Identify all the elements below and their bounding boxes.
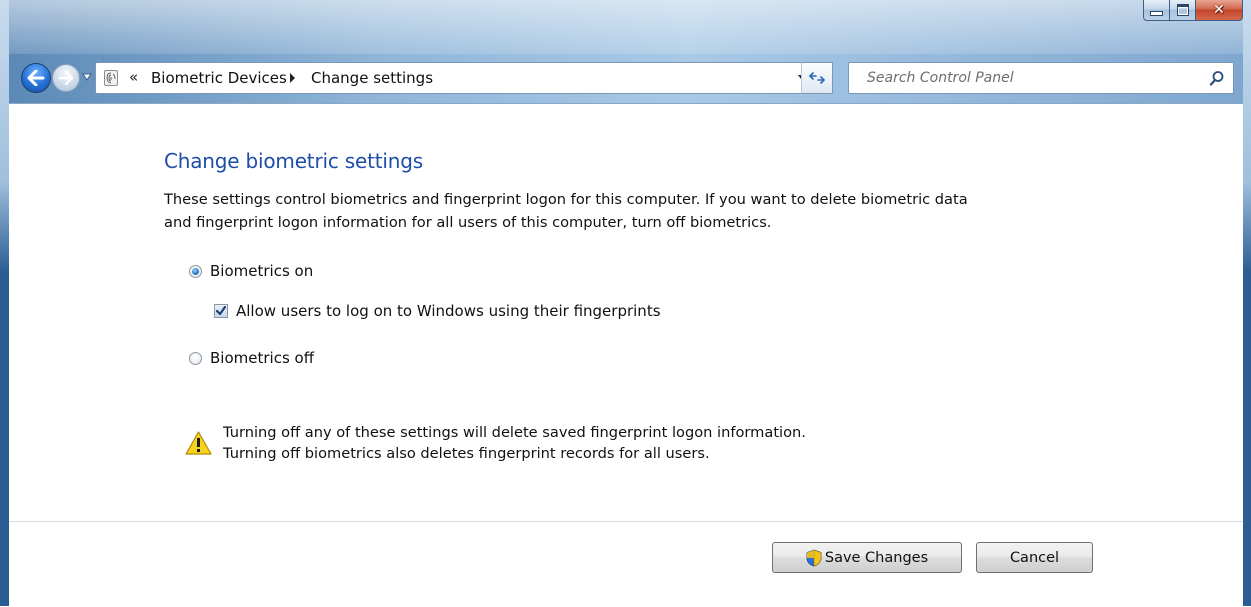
warning-line-2: Turning off biometrics also deletes fing… xyxy=(223,445,710,462)
caption-buttons: ✕ xyxy=(1143,0,1243,22)
maximize-button[interactable] xyxy=(1170,0,1196,21)
radio-biometrics-off[interactable]: Biometrics off xyxy=(189,349,314,367)
radio-biometrics-on[interactable]: Biometrics on xyxy=(189,262,313,280)
warning-message: Turning off any of these settings will d… xyxy=(185,422,806,464)
checkbox-allow-fingerprint-logon[interactable]: Allow users to log on to Windows using t… xyxy=(214,302,661,320)
close-icon: ✕ xyxy=(1213,2,1225,18)
footer-divider xyxy=(9,521,1243,522)
uac-shield-icon xyxy=(806,549,822,566)
radio-biometrics-on-label[interactable]: Biometrics on xyxy=(210,262,313,280)
forward-button[interactable] xyxy=(52,64,80,92)
breadcrumb-separator-icon[interactable] xyxy=(289,73,296,83)
page-title: Change biometric settings xyxy=(164,149,423,173)
description-line-1: These settings control biometrics and fi… xyxy=(164,191,968,208)
radio-dot xyxy=(192,267,199,275)
warning-icon xyxy=(185,431,212,455)
close-button[interactable]: ✕ xyxy=(1196,0,1243,21)
recent-pages-icon xyxy=(82,73,92,81)
radio-button-selected[interactable] xyxy=(189,264,202,278)
maximize-icon xyxy=(1176,4,1189,16)
biometric-devices-icon xyxy=(104,70,118,86)
save-changes-button[interactable]: Save Changes xyxy=(772,542,962,573)
checkbox-allow-fingerprint-logon-label[interactable]: Allow users to log on to Windows using t… xyxy=(236,302,661,320)
back-arrow-icon xyxy=(27,70,45,86)
back-button[interactable] xyxy=(21,63,51,93)
address-bar[interactable]: « Biometric Devices Change settings xyxy=(95,62,833,94)
description-line-2: and fingerprint logon information for al… xyxy=(164,214,772,231)
search-icon[interactable] xyxy=(1209,70,1225,86)
warning-line-1: Turning off any of these settings will d… xyxy=(223,424,806,441)
refresh-button[interactable] xyxy=(801,62,833,94)
warning-text: Turning off any of these settings will d… xyxy=(223,422,806,464)
radio-button-unselected[interactable] xyxy=(189,351,202,365)
radio-biometrics-off-label[interactable]: Biometrics off xyxy=(210,349,314,367)
search-box xyxy=(848,62,1234,94)
minimize-icon xyxy=(1150,11,1163,16)
cancel-button[interactable]: Cancel xyxy=(976,542,1093,573)
checkbox-checked[interactable] xyxy=(214,304,228,318)
title-bar[interactable] xyxy=(0,0,1251,54)
forward-arrow-icon xyxy=(58,71,74,85)
cancel-label: Cancel xyxy=(1009,549,1060,566)
checkmark-icon xyxy=(216,306,226,316)
description-text: These settings control biometrics and fi… xyxy=(164,188,1164,234)
breadcrumb-change-settings[interactable]: Change settings xyxy=(311,69,433,87)
minimize-button[interactable] xyxy=(1143,0,1170,21)
address-overflow-chevron[interactable]: « xyxy=(129,68,138,86)
window-right-border xyxy=(1243,0,1251,606)
search-input[interactable] xyxy=(850,64,1190,92)
recent-pages-button[interactable] xyxy=(82,72,92,82)
window-left-border xyxy=(0,0,9,606)
save-changes-label: Save Changes xyxy=(824,549,929,566)
refresh-icon xyxy=(808,72,826,84)
breadcrumb-biometric-devices[interactable]: Biometric Devices xyxy=(151,69,287,87)
content-pane: Change biometric settings These settings… xyxy=(9,103,1243,607)
